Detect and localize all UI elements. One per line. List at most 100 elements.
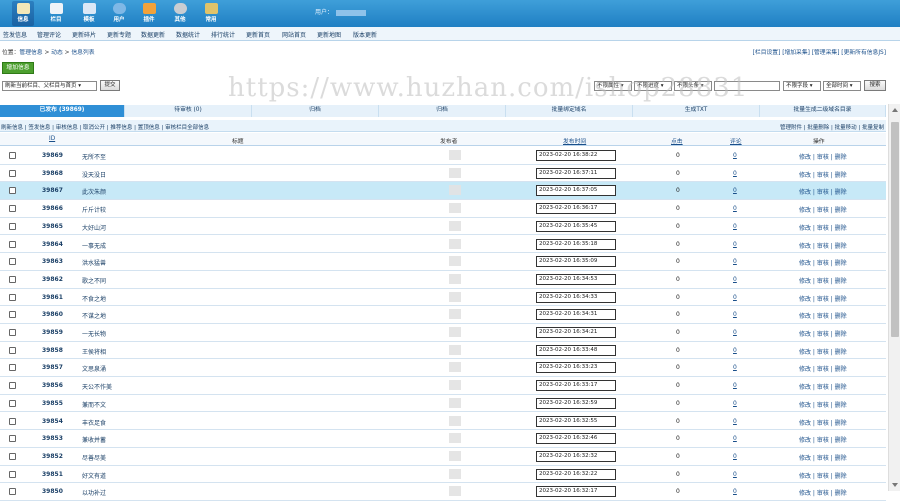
tab-published[interactable]: 已发布 (39869) <box>0 105 125 117</box>
table-row[interactable]: 39854 丰衣足食 2023-02-20 16:32:55 0 0 修改 | 审核 | … <box>0 412 886 431</box>
header-id[interactable]: ID <box>49 136 55 142</box>
row-checkbox[interactable] <box>9 293 16 301</box>
submit-button[interactable]: 提交 <box>100 80 120 91</box>
row-operations[interactable]: 修改 | 审核 | 删除 <box>799 276 847 285</box>
search-input[interactable] <box>714 81 780 91</box>
menu-item[interactable]: 更新碎片 <box>72 30 96 39</box>
row-checkbox[interactable] <box>9 488 16 496</box>
row-date-field[interactable]: 2023-02-20 16:35:18 <box>536 238 616 250</box>
menu-item[interactable]: 数据统计 <box>176 30 200 39</box>
row-comments-link[interactable]: 0 <box>733 294 737 301</box>
scroll-up-icon[interactable] <box>892 108 898 112</box>
table-row[interactable]: 39865 大好山河 2023-02-20 16:35:45 0 0 修改 | 审核 | … <box>0 217 886 236</box>
row-date-field[interactable]: 2023-02-20 16:33:48 <box>536 344 616 356</box>
table-row[interactable]: 39850 以功补过 2023-02-20 16:32:17 0 0 修改 | 审核 | … <box>0 483 886 501</box>
row-checkbox[interactable] <box>9 452 16 460</box>
row-comments-link[interactable]: 0 <box>733 241 737 248</box>
row-title-link[interactable]: 大好山河 <box>82 223 106 232</box>
row-checkbox[interactable] <box>9 205 16 213</box>
header-clicks[interactable]: 点击 <box>671 136 683 145</box>
table-row[interactable]: 39863 洪水猛兽 2023-02-20 16:35:09 0 0 修改 | 审核 | … <box>0 253 886 271</box>
scroll-down-icon[interactable] <box>892 483 898 487</box>
row-date-field[interactable]: 2023-02-20 16:35:09 <box>536 256 616 268</box>
row-operations[interactable]: 修改 | 审核 | 删除 <box>799 241 847 250</box>
table-row[interactable]: 39858 王侯将相 2023-02-20 16:33:48 0 0 修改 | 审核 | … <box>0 341 886 360</box>
progress-select[interactable]: 不限进度 ▾ <box>634 81 672 91</box>
row-operations[interactable]: 修改 | 审核 | 删除 <box>799 364 847 373</box>
row-title-link[interactable]: 洪水猛兽 <box>82 258 106 267</box>
row-date-field[interactable]: 2023-02-20 16:32:46 <box>536 433 616 445</box>
table-row[interactable]: 39857 文思泉涌 2023-02-20 16:33:23 0 0 修改 | 审核 | … <box>0 359 886 378</box>
breadcrumb-link-manage[interactable]: 管理信息 <box>19 50 42 56</box>
row-date-field[interactable]: 2023-02-20 16:37:05 <box>536 185 616 197</box>
refresh-scope-select[interactable]: 刷新当前栏目、父栏目与首页 ▾ <box>2 81 97 91</box>
menu-item[interactable]: 网站首页 <box>282 30 306 39</box>
row-comments-link[interactable]: 0 <box>733 453 737 460</box>
row-operations[interactable]: 修改 | 审核 | 删除 <box>799 488 847 497</box>
row-operations[interactable]: 修改 | 审核 | 删除 <box>799 400 847 409</box>
row-title-link[interactable]: 王侯将相 <box>82 347 106 356</box>
table-row[interactable]: 39855 兼而不文 2023-02-20 16:32:59 0 0 修改 | 审核 | … <box>0 394 886 413</box>
row-comments-link[interactable]: 0 <box>733 400 737 407</box>
row-checkbox[interactable] <box>9 329 16 336</box>
row-comments-link[interactable]: 0 <box>733 170 737 177</box>
row-date-field[interactable]: 2023-02-20 16:35:45 <box>536 220 616 232</box>
row-operations[interactable]: 修改 | 审核 | 删除 <box>799 347 847 356</box>
topbar-column-button[interactable]: 栏目 <box>45 1 67 26</box>
add-info-button[interactable]: 增加信息 <box>2 62 34 74</box>
search-button[interactable]: 搜索 <box>864 80 886 91</box>
row-title-link[interactable]: 丰衣足食 <box>82 418 106 427</box>
top-links[interactable]: [栏目设置] [增加采集] [管理采集] [更新所有信息JS] <box>753 47 886 56</box>
row-comments-link[interactable]: 0 <box>733 311 737 318</box>
row-checkbox[interactable] <box>9 470 16 478</box>
topbar-plugin-button[interactable]: 插件 <box>138 1 160 26</box>
row-checkbox[interactable] <box>9 258 16 266</box>
row-operations[interactable]: 修改 | 审核 | 删除 <box>799 311 847 320</box>
row-title-link[interactable]: 无所不至 <box>82 152 106 161</box>
row-title-link[interactable]: 兼收并蓄 <box>82 435 106 444</box>
tab-archive-2[interactable]: 归档 <box>379 105 506 117</box>
row-comments-link[interactable]: 0 <box>733 347 737 354</box>
table-row[interactable]: 39861 不食之地 2023-02-20 16:34:33 0 0 修改 | 审核 | … <box>0 288 886 307</box>
row-comments-link[interactable]: 0 <box>733 488 737 495</box>
menu-item[interactable]: 数据更新 <box>141 30 165 39</box>
row-checkbox[interactable] <box>9 275 16 283</box>
menu-item[interactable]: 更新地图 <box>317 30 341 39</box>
row-operations[interactable]: 修改 | 审核 | 删除 <box>799 329 847 338</box>
row-date-field[interactable]: 2023-02-20 16:32:17 <box>536 486 616 498</box>
row-comments-link[interactable]: 0 <box>733 382 737 389</box>
topbar-common-button[interactable]: 常用 <box>200 1 222 26</box>
row-checkbox[interactable] <box>9 169 16 177</box>
headline-select[interactable]: 不限头条 ▾ <box>674 81 712 91</box>
table-row[interactable]: 39856 天公不作美 2023-02-20 16:33:17 0 0 修改 | 审核 |… <box>0 377 886 395</box>
row-date-field[interactable]: 2023-02-20 16:34:21 <box>536 327 616 338</box>
row-operations[interactable]: 修改 | 审核 | 删除 <box>799 152 847 161</box>
row-title-link[interactable]: 不谋之地 <box>82 311 106 320</box>
tab-bind-domain[interactable]: 批量绑定域名 <box>506 105 633 117</box>
row-comments-link[interactable]: 0 <box>733 205 737 212</box>
row-checkbox[interactable] <box>9 382 16 390</box>
row-title-link[interactable]: 此次朱颜 <box>82 187 106 196</box>
table-row[interactable]: 39851 好文有道 2023-02-20 16:32:22 0 0 修改 | 审核 | … <box>0 465 886 484</box>
row-operations[interactable]: 修改 | 审核 | 删除 <box>799 294 847 303</box>
row-checkbox[interactable] <box>9 152 16 159</box>
row-comments-link[interactable]: 0 <box>733 276 737 283</box>
attribute-select[interactable]: 不限属性 ▾ <box>594 81 632 91</box>
breadcrumb-link-list[interactable]: 信息列表 <box>71 50 94 56</box>
row-comments-link[interactable]: 0 <box>733 187 737 194</box>
vertical-scrollbar[interactable] <box>888 104 900 491</box>
menu-item[interactable]: 排行统计 <box>211 30 235 39</box>
row-comments-link[interactable]: 0 <box>733 364 737 371</box>
row-checkbox[interactable] <box>9 222 16 230</box>
tab-archive[interactable]: 归档 <box>252 105 379 117</box>
batch-actions-right[interactable]: 管理附件 | 批量删除 | 批量移动 | 批量复制 <box>780 123 884 131</box>
menu-item[interactable]: 管理评论 <box>37 30 61 39</box>
row-operations[interactable]: 修改 | 审核 | 删除 <box>799 435 847 444</box>
row-title-link[interactable]: 不食之地 <box>82 294 106 303</box>
row-operations[interactable]: 修改 | 审核 | 删除 <box>799 223 847 232</box>
row-operations[interactable]: 修改 | 审核 | 删除 <box>799 453 847 462</box>
header-date[interactable]: 发布时间 <box>563 136 586 145</box>
menu-item[interactable]: 版本更新 <box>353 30 377 39</box>
row-operations[interactable]: 修改 | 审核 | 删除 <box>799 187 847 196</box>
row-date-field[interactable]: 2023-02-20 16:38:22 <box>536 150 616 161</box>
